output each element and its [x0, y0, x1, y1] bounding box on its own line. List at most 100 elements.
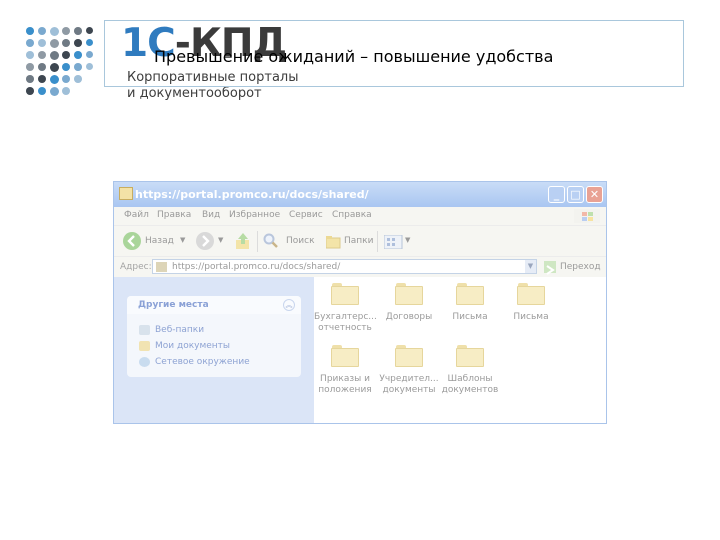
collapse-chevron-icon[interactable]: ︽	[283, 299, 295, 311]
logo-dot	[26, 63, 34, 71]
logo-dot	[86, 51, 94, 59]
views-dropdown-icon[interactable]: ▼	[405, 236, 410, 244]
folders-icon[interactable]	[325, 234, 342, 249]
folder-icon	[456, 283, 484, 305]
address-bar: Адрес: https://portal.promco.ru/docs/sha…	[114, 256, 606, 277]
toolbar: Назад ▼ ▼ Поиск Папки ▼	[114, 225, 606, 257]
folder-item[interactable]: Приказы и положения	[314, 345, 376, 396]
logo-dot	[62, 87, 71, 96]
folder-item[interactable]: Письма	[439, 283, 501, 323]
menu-help[interactable]: Справка	[332, 210, 372, 220]
folder-name: Учредител... документы	[379, 374, 439, 395]
toolbar-separator	[377, 231, 378, 252]
logo-dot	[26, 27, 34, 35]
logo-dot	[86, 39, 94, 47]
logo-dot	[50, 75, 59, 84]
logo-dot	[38, 51, 47, 60]
go-arrow-icon[interactable]	[544, 261, 556, 275]
logo-dot	[38, 75, 47, 84]
other-places-title: Другие места	[138, 300, 209, 310]
address-value: https://portal.promco.ru/docs/shared/	[172, 262, 341, 272]
logo-dot	[50, 39, 59, 48]
windows-logo-icon	[574, 209, 600, 223]
up-folder-icon[interactable]	[235, 232, 251, 250]
logo-dots	[26, 27, 98, 99]
logo-dot	[74, 75, 82, 83]
logo-dot	[74, 27, 82, 35]
folder-name: Приказы и положения	[318, 374, 372, 395]
slide-title: Превышение ожиданий – повышение удобства	[154, 47, 554, 66]
back-arrow-icon[interactable]	[123, 232, 141, 250]
folder-item[interactable]: Договоры	[378, 283, 440, 323]
folder-item[interactable]: Письма	[500, 283, 562, 323]
logo-dot	[38, 63, 47, 72]
menu-view[interactable]: Вид	[202, 210, 220, 220]
logo-dot	[38, 39, 47, 48]
close-button[interactable]: ✕	[586, 186, 603, 203]
other-places-header[interactable]: Другие места ︽	[127, 296, 301, 314]
logo-dot	[74, 51, 82, 59]
address-dropdown-icon[interactable]: ▼	[525, 260, 536, 273]
logo-dot	[62, 51, 71, 60]
logo-dot	[74, 39, 82, 47]
search-icon[interactable]	[263, 233, 279, 249]
logo-dot	[62, 27, 71, 36]
maximize-button[interactable]: □	[567, 186, 584, 203]
folder-icon	[517, 283, 545, 305]
folder-icon	[395, 283, 423, 305]
window-title: https://portal.promco.ru/docs/shared/	[135, 188, 369, 201]
logo-dot	[38, 27, 47, 36]
search-button[interactable]: Поиск	[286, 236, 315, 246]
forward-dropdown-icon[interactable]: ▼	[218, 236, 223, 244]
logo-dot	[50, 27, 59, 36]
other-places-panel: Другие места ︽ Веб-папки Мои документы С…	[127, 296, 301, 377]
menu-bar: Файл Правка Вид Избранное Сервис Справка	[114, 207, 606, 225]
toolbar-separator	[257, 231, 258, 252]
folder-item[interactable]: Шаблоны документов	[439, 345, 501, 396]
address-label: Адрес:	[120, 262, 152, 272]
folder-icon	[119, 187, 133, 200]
folder-icon	[331, 283, 359, 305]
folder-icon	[456, 345, 484, 367]
folder-name: Шаблоны документов	[441, 374, 499, 395]
menu-file[interactable]: Файл	[124, 210, 149, 220]
forward-arrow-icon[interactable]	[196, 232, 214, 250]
folder-item[interactable]: Учредител... документы	[378, 345, 440, 396]
logo-dot	[50, 87, 59, 96]
menu-edit[interactable]: Правка	[157, 210, 191, 220]
my-documents-icon	[139, 341, 150, 351]
logo-dot	[62, 39, 71, 48]
window-titlebar[interactable]: https://portal.promco.ru/docs/shared/ _ …	[114, 182, 606, 207]
brand-tagline-line2: и документооборот	[127, 86, 262, 101]
close-icon: ✕	[589, 188, 600, 201]
logo-dot	[74, 63, 82, 71]
logo-dot	[86, 63, 94, 71]
folder-name: Бухгалтерс... отчетность	[314, 312, 377, 333]
logo-dot	[26, 87, 34, 95]
file-list: Бухгалтерс... отчетность Договоры Письма…	[314, 277, 606, 423]
folder-name: Письма	[513, 312, 549, 322]
maximize-icon: □	[570, 188, 581, 201]
minimize-button[interactable]: _	[548, 186, 565, 203]
folder-item[interactable]: Бухгалтерс... отчетность	[314, 283, 377, 334]
folder-name: Договоры	[385, 312, 433, 322]
logo-dot	[26, 39, 34, 47]
back-dropdown-icon[interactable]: ▼	[180, 236, 185, 244]
logo-dot	[38, 87, 47, 96]
go-button[interactable]: Переход	[560, 262, 601, 272]
link-network[interactable]: Сетевое окружение	[155, 357, 250, 367]
logo-dot	[26, 51, 34, 59]
minimize-icon: _	[553, 188, 560, 201]
views-icon[interactable]	[383, 234, 404, 250]
page-icon	[156, 262, 167, 272]
menu-favorites[interactable]: Избранное	[229, 210, 280, 220]
link-web-folders[interactable]: Веб-папки	[155, 325, 204, 335]
folders-button[interactable]: Папки	[344, 236, 373, 246]
logo-dot	[62, 75, 71, 84]
logo-dot	[62, 63, 71, 72]
back-button[interactable]: Назад	[145, 236, 174, 246]
web-folders-icon	[139, 325, 150, 335]
link-my-documents[interactable]: Мои документы	[155, 341, 230, 351]
menu-tools[interactable]: Сервис	[289, 210, 323, 220]
folder-icon	[395, 345, 423, 367]
